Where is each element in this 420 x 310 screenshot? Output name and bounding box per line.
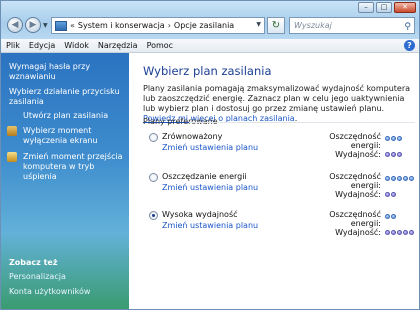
rating-dot-icon: [385, 192, 390, 197]
performance-rating: [385, 230, 414, 235]
rating-dot-icon: [391, 214, 396, 219]
sidebar-link-personalization[interactable]: Personalizacja: [9, 272, 66, 281]
rating-dot-icon: [385, 176, 390, 181]
plan-radio[interactable]: [149, 173, 158, 182]
rating-dot-icon: [397, 230, 402, 235]
performance-label: Wydajność:: [335, 190, 381, 199]
help-icon[interactable]: ?: [404, 40, 415, 51]
address-overflow-icon[interactable]: «: [70, 21, 75, 30]
title-bar: – □ ✕ ◀ ▶ ▼ « System i konserwacja › Opc…: [1, 1, 419, 39]
energy-rating: [385, 176, 414, 181]
window-controls: – □ ✕: [358, 2, 416, 13]
breadcrumb-system[interactable]: System i konserwacja: [78, 21, 165, 30]
refresh-icon[interactable]: ↻: [267, 17, 285, 34]
menu-view[interactable]: Widok: [64, 41, 89, 50]
rating-dot-icon: [397, 176, 402, 181]
main-content: Wybierz plan zasilania Plany zasilania p…: [129, 53, 419, 309]
menu-file[interactable]: Plik: [6, 41, 20, 50]
plan-name[interactable]: Zrównoważony: [162, 132, 222, 141]
rating-dot-icon: [385, 230, 390, 235]
search-icon[interactable]: ⚲: [404, 20, 411, 35]
forward-button[interactable]: ▶: [25, 17, 41, 33]
rating-dot-icon: [397, 136, 402, 141]
menu-help[interactable]: Pomoc: [147, 41, 174, 50]
display-icon: [7, 126, 17, 136]
address-dropdown-icon[interactable]: ▼: [256, 21, 261, 28]
maximize-button[interactable]: □: [376, 2, 392, 13]
plan-high-performance: Wysoka wydajność Zmień ustawienia planu …: [149, 210, 414, 250]
energy-savings-label: Oszczędność energii:: [329, 210, 381, 228]
intro-body: Plany zasilania pomagają zmaksymalizować…: [143, 84, 411, 113]
menu-edit[interactable]: Edycja: [29, 41, 55, 50]
sidebar-link-sleep[interactable]: Zmień moment przejścia komputera w tryb …: [23, 152, 127, 182]
performance-rating: [385, 152, 402, 157]
performance-rating: [385, 192, 396, 197]
sidebar-link-user-accounts[interactable]: Konta użytkowników: [9, 287, 90, 296]
plan-power-saver: Oszczędzanie energii Zmień ustawienia pl…: [149, 172, 414, 212]
page-title: Wybierz plan zasilania: [143, 64, 272, 78]
energy-savings-label: Oszczędność energii:: [329, 132, 381, 150]
see-also-heading: Zobacz też: [9, 258, 58, 267]
menu-tools[interactable]: Narzędzia: [98, 41, 138, 50]
rating-dot-icon: [385, 152, 390, 157]
breadcrumb-separator-icon[interactable]: ›: [168, 21, 171, 30]
task-sidebar: Wymagaj hasła przy wznawianiu Wybierz dz…: [1, 53, 129, 309]
rating-dot-icon: [385, 214, 390, 219]
control-panel-icon: [55, 20, 67, 31]
rating-dot-icon: [397, 152, 402, 157]
search-placeholder: Wyszukaj: [294, 21, 332, 30]
rating-dot-icon: [391, 176, 396, 181]
rating-dot-icon: [391, 192, 396, 197]
minimize-button[interactable]: –: [358, 2, 374, 13]
energy-savings-label: Oszczędność energii:: [329, 172, 381, 190]
performance-label: Wydajność:: [335, 150, 381, 159]
section-divider: [189, 122, 415, 123]
rating-dot-icon: [403, 176, 408, 181]
rating-dot-icon: [391, 152, 396, 157]
search-input[interactable]: Wyszukaj ⚲: [289, 17, 415, 34]
address-bar[interactable]: « System i konserwacja › Opcje zasilania…: [51, 17, 265, 34]
plan-radio-selected[interactable]: [149, 211, 158, 220]
sidebar-link-power-button[interactable]: Wybierz działanie przycisku zasilania: [9, 87, 127, 107]
sidebar-link-display-off[interactable]: Wybierz moment wyłączenia ekranu: [23, 126, 127, 146]
sidebar-link-require-password[interactable]: Wymagaj hasła przy wznawianiu: [9, 62, 127, 82]
menu-bar: Plik Edycja Widok Narzędzia Pomoc ?: [1, 39, 419, 53]
control-panel-window: – □ ✕ ◀ ▶ ▼ « System i konserwacja › Opc…: [0, 0, 420, 310]
sleep-icon: [7, 152, 17, 162]
rating-dot-icon: [409, 230, 414, 235]
energy-rating: [385, 136, 402, 141]
change-plan-settings-link[interactable]: Zmień ustawienia planu: [162, 183, 258, 192]
change-plan-settings-link[interactable]: Zmień ustawienia planu: [162, 143, 258, 152]
breadcrumb-power-options[interactable]: Opcje zasilania: [174, 21, 234, 30]
recent-pages-icon[interactable]: ▼: [43, 22, 48, 29]
rating-dot-icon: [403, 230, 408, 235]
rating-dot-icon: [391, 136, 396, 141]
performance-label: Wydajność:: [335, 228, 381, 237]
back-button[interactable]: ◀: [7, 17, 23, 33]
rating-dot-icon: [385, 136, 390, 141]
change-plan-settings-link[interactable]: Zmień ustawienia planu: [162, 221, 258, 230]
sidebar-link-create-plan[interactable]: Utwórz plan zasilania: [23, 111, 141, 121]
plan-radio[interactable]: [149, 133, 158, 142]
energy-rating: [385, 214, 396, 219]
rating-dot-icon: [409, 176, 414, 181]
plan-name[interactable]: Wysoka wydajność: [162, 210, 238, 219]
close-button[interactable]: ✕: [394, 2, 416, 13]
plan-balanced: Zrównoważony Zmień ustawienia planu Oszc…: [149, 132, 411, 172]
plan-name[interactable]: Oszczędzanie energii: [162, 172, 247, 181]
rating-dot-icon: [391, 230, 396, 235]
